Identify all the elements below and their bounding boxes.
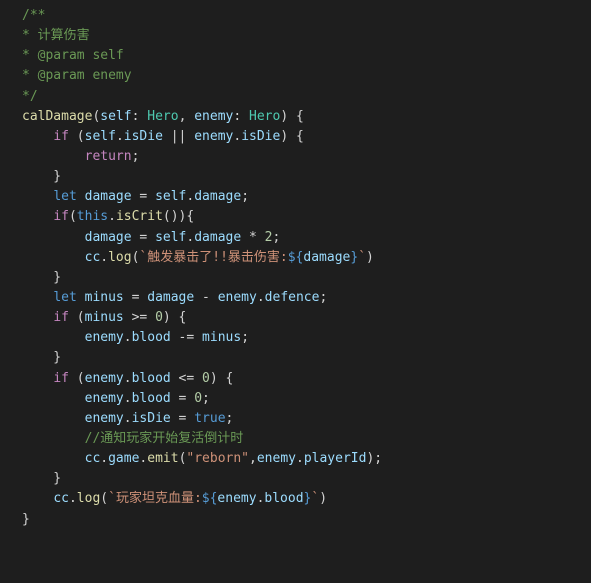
jsdoc-open: /** [22, 8, 45, 23]
jsdoc-param-self: * @param self [22, 48, 124, 63]
inline-comment: //通知玩家开始复活倒计时 [85, 431, 244, 446]
return-statement: return [85, 149, 132, 164]
code-block: /** * 计算伤害 * @param self * @param enemy … [0, 0, 591, 536]
jsdoc-param-enemy: * @param enemy [22, 68, 132, 83]
jsdoc-desc: * 计算伤害 [22, 28, 90, 43]
function-name: calDamage [22, 109, 92, 124]
jsdoc-close: */ [22, 89, 38, 104]
